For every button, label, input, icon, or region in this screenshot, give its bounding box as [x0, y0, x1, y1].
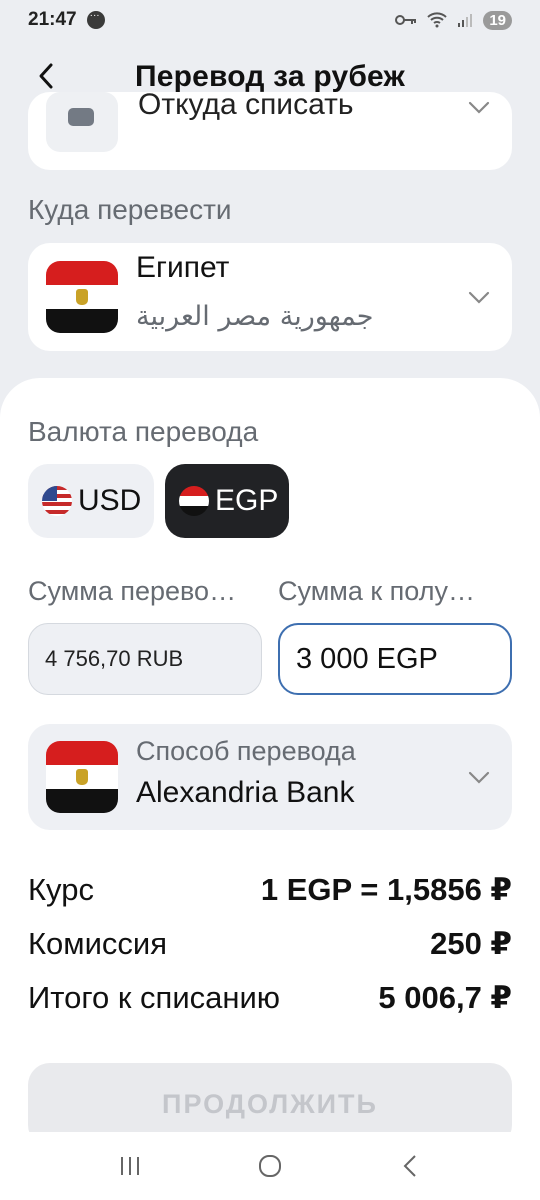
egypt-flag-icon [46, 741, 118, 813]
status-bar: 21:47 19 [0, 0, 540, 40]
status-time: 21:47 [28, 9, 77, 30]
country-native-name: جمهورية مصر العربية [136, 301, 374, 332]
currency-option-usd[interactable]: USD [28, 464, 154, 538]
home-icon [259, 1155, 281, 1177]
transfer-method-label: Способ перевода [136, 736, 356, 766]
battery-indicator: 19 [483, 10, 512, 30]
chevron-down-icon [468, 771, 490, 784]
home-button[interactable] [250, 1146, 290, 1186]
send-amount-label: Сумма перево… [28, 576, 237, 606]
currency-option-egp[interactable]: EGP [165, 464, 289, 538]
usa-flag-icon [42, 486, 72, 516]
back-arrow-icon [403, 1155, 416, 1177]
chevron-down-icon [468, 291, 490, 304]
currency-code: EGP [215, 484, 279, 517]
summary-row-fee: Комиссия 250 ₽ [28, 922, 512, 966]
summary-row-rate: Курс 1 EGP = 1,5856 ₽ [28, 868, 512, 912]
system-back-button[interactable] [390, 1146, 430, 1186]
system-nav-bar [0, 1132, 540, 1200]
signal-icon [458, 14, 473, 27]
send-amount-field[interactable]: 4 756,70 RUB [28, 623, 262, 695]
currency-section-label: Валюта перевода [28, 416, 259, 447]
summary-row-total: Итого к списанию 5 006,7 ₽ [28, 976, 512, 1020]
country-name: Египет [136, 251, 230, 284]
summary-label: Итого к списанию [28, 980, 281, 1015]
summary-label: Курс [28, 872, 94, 907]
summary-value: 5 006,7 ₽ [378, 980, 512, 1015]
egypt-flag-icon [179, 486, 209, 516]
wallet-icon [46, 92, 118, 152]
egypt-flag-icon [46, 261, 118, 333]
source-account-label: Откуда списать [138, 92, 354, 121]
transfer-method-value: Alexandria Bank [136, 776, 355, 809]
key-icon [395, 15, 417, 25]
summary-label: Комиссия [28, 926, 168, 961]
status-icons: 19 [395, 10, 512, 30]
back-button[interactable] [28, 58, 64, 94]
source-account-select[interactable]: Откуда списать [28, 92, 512, 170]
recent-apps-icon [121, 1157, 139, 1175]
summary-value: 250 ₽ [430, 926, 512, 961]
wifi-icon [427, 12, 448, 28]
currency-code: USD [78, 484, 142, 517]
receive-amount-field[interactable]: 3 000 EGP [278, 623, 512, 695]
recent-apps-button[interactable] [110, 1146, 150, 1186]
page-title: Перевод за рубеж [134, 60, 406, 93]
chevron-down-icon [468, 101, 490, 114]
chevron-left-icon [39, 63, 53, 89]
transfer-method-select[interactable]: Способ перевода Alexandria Bank [28, 724, 512, 830]
summary-value: 1 EGP = 1,5856 ₽ [260, 872, 512, 907]
destination-country-select[interactable]: Египет جمهورية مصر العربية [28, 243, 512, 351]
destination-section-label: Куда перевести [28, 194, 232, 225]
chat-notification-icon [86, 10, 105, 29]
receive-amount-label: Сумма к полу… [278, 576, 475, 606]
